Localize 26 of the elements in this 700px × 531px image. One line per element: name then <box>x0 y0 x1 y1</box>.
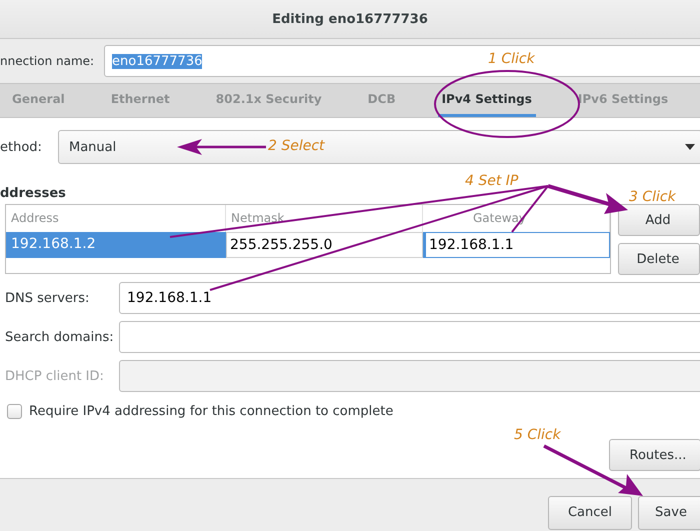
connection-name-label: nnection name: <box>0 54 96 68</box>
input-field[interactable] <box>119 360 700 392</box>
routes-button[interactable]: Routes... <box>609 439 700 471</box>
input-field[interactable]: 192.168.1.1 <box>119 282 700 314</box>
table-action-button[interactable]: Delete <box>618 243 700 275</box>
dialog-button[interactable]: Save <box>638 496 700 530</box>
table-action-button[interactable]: Add <box>618 204 700 236</box>
window-title: Editing eno16777736 <box>272 12 428 26</box>
cell-input-field[interactable]: 192.168.1.1 <box>423 232 610 258</box>
annotation-text: 2 Select <box>268 138 325 154</box>
input-field[interactable] <box>119 321 700 353</box>
checkbox[interactable] <box>7 404 22 418</box>
method-label: ethod: <box>0 140 43 154</box>
annotation-text: 1 Click <box>488 51 535 67</box>
caret-icon <box>685 144 695 150</box>
annotation-text: 5 Click <box>514 427 561 443</box>
addresses-heading: ddresses <box>0 186 66 201</box>
field-label: DNS servers: <box>4 290 90 306</box>
annotation-text: 3 Click <box>629 189 676 205</box>
annotation-text: 4 Set IP <box>465 173 518 189</box>
dialog-button[interactable]: Cancel <box>548 496 632 530</box>
checkbox-label: Require IPv4 addressing for this connection to complete <box>29 404 394 418</box>
connection-name-value: eno16777736 <box>112 54 202 68</box>
cell-input-field[interactable]: 255.255.255.0 <box>226 232 423 258</box>
field-label: Search domains: <box>4 330 115 344</box>
field-label: DHCP client ID: <box>4 368 105 384</box>
